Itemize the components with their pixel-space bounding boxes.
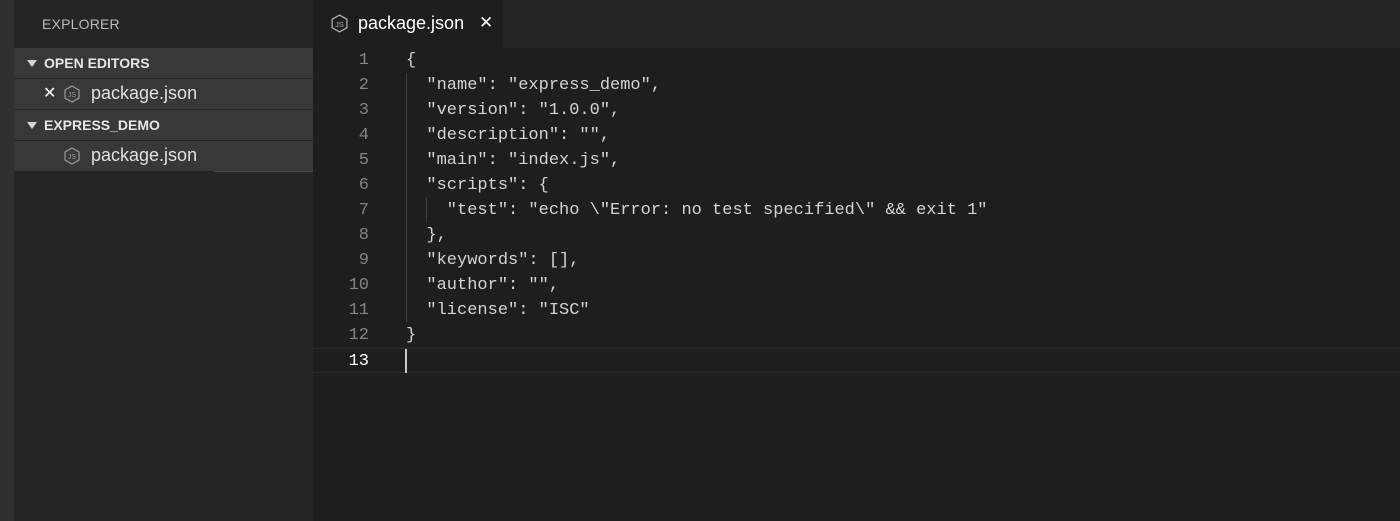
code-line: 4 "description": "",	[313, 123, 1400, 148]
code-text: "name": "express_demo",	[406, 76, 662, 95]
vscode-window: EXPLORER OPEN EDITORS ✕ JS package.json …	[0, 0, 1400, 521]
sidebar-divider	[214, 171, 313, 172]
line-number: 12	[348, 326, 369, 345]
activity-bar	[0, 0, 14, 521]
code-line: 9 "keywords": [],	[313, 248, 1400, 273]
js-file-icon: JS	[63, 85, 81, 108]
code-text: "keywords": [],	[406, 251, 580, 270]
line-number: 1	[358, 51, 369, 70]
explorer-sidebar: EXPLORER OPEN EDITORS ✕ JS package.json …	[14, 0, 313, 521]
svg-text:JS: JS	[335, 20, 344, 29]
code-line: 3 "version": "1.0.0",	[313, 98, 1400, 123]
close-icon[interactable]: ✕	[43, 84, 57, 104]
code-text: "author": "",	[406, 276, 560, 295]
line-number: 2	[358, 76, 369, 95]
code-editor[interactable]: 1 { 2 "name": "express_demo", 3 "version…	[313, 48, 1400, 521]
code-line: 1 {	[313, 48, 1400, 73]
js-file-icon: JS	[63, 147, 81, 170]
svg-text:JS: JS	[68, 92, 77, 99]
chevron-down-icon	[27, 59, 37, 67]
explorer-title: EXPLORER	[42, 16, 120, 32]
open-editor-file-name: package.json	[91, 83, 198, 103]
project-file-name: package.json	[91, 145, 198, 165]
js-file-icon: JS	[330, 14, 349, 38]
open-editor-item-package-json[interactable]: ✕ JS package.json	[14, 79, 313, 109]
open-editors-label: OPEN EDITORS	[44, 55, 150, 71]
text-cursor	[405, 349, 407, 373]
line-number: 6	[358, 176, 369, 195]
line-number: 11	[348, 301, 369, 320]
code-line: 6 "scripts": {	[313, 173, 1400, 198]
code-line: 12 }	[313, 323, 1400, 348]
line-number: 13	[348, 352, 369, 371]
code-text: "test": "echo \"Error: no test specified…	[406, 201, 988, 220]
code-line: 2 "name": "express_demo",	[313, 73, 1400, 98]
code-text: }	[406, 326, 417, 345]
code-text: },	[406, 226, 447, 245]
code-text: {	[406, 51, 417, 70]
code-line: 11 "license": "ISC"	[313, 298, 1400, 323]
tab-package-json[interactable]: JS package.json ✕	[313, 0, 503, 48]
line-number: 10	[348, 276, 369, 295]
line-number: 7	[358, 201, 369, 220]
code-line: 7 "test": "echo \"Error: no test specifi…	[313, 198, 1400, 223]
tab-bar: JS package.json ✕	[313, 0, 1400, 48]
line-number: 3	[358, 101, 369, 120]
code-line: 5 "main": "index.js",	[313, 148, 1400, 173]
close-icon[interactable]: ✕	[479, 13, 493, 33]
line-number: 5	[358, 151, 369, 170]
project-file-package-json[interactable]: JS package.json	[14, 141, 313, 171]
code-line: 10 "author": "",	[313, 273, 1400, 298]
code-text: "scripts": {	[406, 176, 549, 195]
svg-text:JS: JS	[68, 154, 77, 161]
line-number: 9	[358, 251, 369, 270]
code-text: "license": "ISC"	[406, 301, 590, 320]
current-code-line: 13	[313, 348, 1400, 373]
chevron-down-icon	[27, 121, 37, 129]
project-folder-header[interactable]: EXPRESS_DEMO	[14, 110, 313, 140]
project-folder-label: EXPRESS_DEMO	[44, 117, 160, 133]
code-line: 8 },	[313, 223, 1400, 248]
code-text: "version": "1.0.0",	[406, 101, 621, 120]
code-text: "description": "",	[406, 126, 611, 145]
code-text: "main": "index.js",	[406, 151, 621, 170]
tab-label: package.json	[358, 13, 465, 33]
open-editors-header[interactable]: OPEN EDITORS	[14, 48, 313, 78]
line-number: 8	[358, 226, 369, 245]
line-number: 4	[358, 126, 369, 145]
